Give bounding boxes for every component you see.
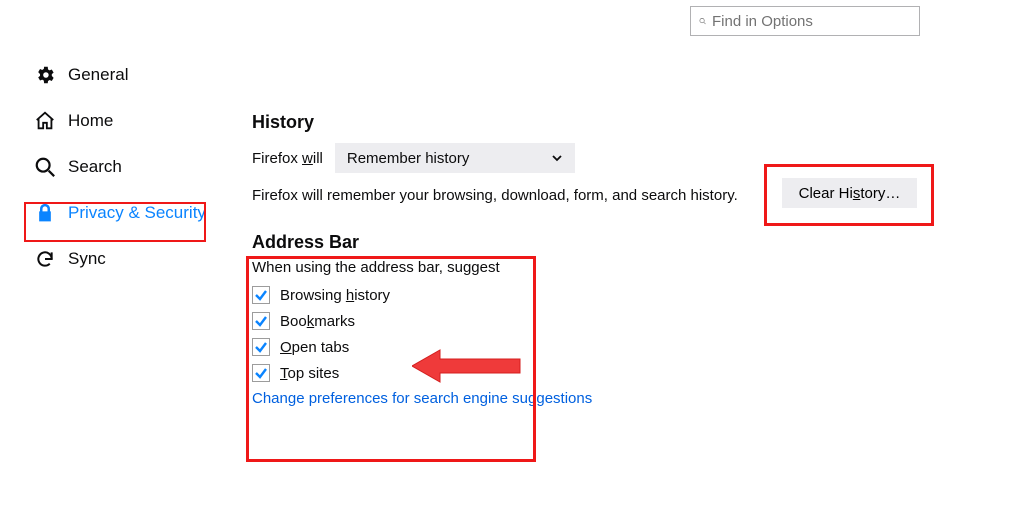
sidebar-label: Sync	[68, 249, 106, 269]
search-icon	[34, 156, 56, 178]
sidebar-item-general[interactable]: General	[34, 64, 224, 86]
checkbox-label: Top sites	[280, 365, 339, 382]
select-value: Remember history	[347, 150, 470, 167]
sidebar-label: Privacy & Security	[68, 203, 206, 223]
main-panel: History Firefox will Remember history Fi…	[252, 112, 952, 407]
history-mode-select[interactable]: Remember history	[335, 143, 575, 173]
chevron-down-icon	[551, 152, 563, 164]
address-bar-heading: Address Bar	[252, 232, 952, 253]
checkbox-browsing-history[interactable]: Browsing history	[252, 286, 952, 304]
sidebar-item-search[interactable]: Search	[34, 156, 224, 178]
sidebar-label: General	[68, 65, 128, 85]
checkbox-box[interactable]	[252, 338, 270, 356]
checkbox-box[interactable]	[252, 286, 270, 304]
checkbox-box[interactable]	[252, 312, 270, 330]
sidebar-item-privacy-security[interactable]: Privacy & Security	[34, 202, 224, 224]
checkbox-bookmarks[interactable]: Bookmarks	[252, 312, 952, 330]
history-heading: History	[252, 112, 952, 133]
home-icon	[34, 110, 56, 132]
clear-history-button[interactable]: Clear History…	[782, 178, 917, 208]
checkbox-box[interactable]	[252, 364, 270, 382]
sidebar-label: Home	[68, 111, 113, 131]
checkbox-label: Open tabs	[280, 339, 349, 356]
gear-icon	[34, 64, 56, 86]
sidebar-label: Search	[68, 157, 122, 177]
search-suggestions-link[interactable]: Change preferences for search engine sug…	[252, 390, 952, 407]
lock-icon	[34, 202, 56, 224]
sidebar-item-home[interactable]: Home	[34, 110, 224, 132]
search-icon	[699, 14, 706, 28]
search-input[interactable]	[712, 13, 911, 30]
address-bar-intro: When using the address bar, suggest	[252, 259, 952, 276]
check-icon	[254, 366, 268, 380]
address-bar-section: Address Bar When using the address bar, …	[252, 232, 952, 407]
checkbox-label: Bookmarks	[280, 313, 355, 330]
check-icon	[254, 340, 268, 354]
sync-icon	[34, 248, 56, 270]
sidebar-item-sync[interactable]: Sync	[34, 248, 224, 270]
search-box[interactable]	[690, 6, 920, 36]
checkbox-label: Browsing history	[280, 287, 390, 304]
sidebar: General Home Search Privacy & Security S…	[34, 64, 224, 270]
check-icon	[254, 314, 268, 328]
history-mode-row: Firefox will Remember history	[252, 143, 952, 173]
checkbox-open-tabs[interactable]: Open tabs	[252, 338, 952, 356]
history-will-label: Firefox will	[252, 150, 323, 167]
check-icon	[254, 288, 268, 302]
checkbox-top-sites[interactable]: Top sites	[252, 364, 952, 382]
